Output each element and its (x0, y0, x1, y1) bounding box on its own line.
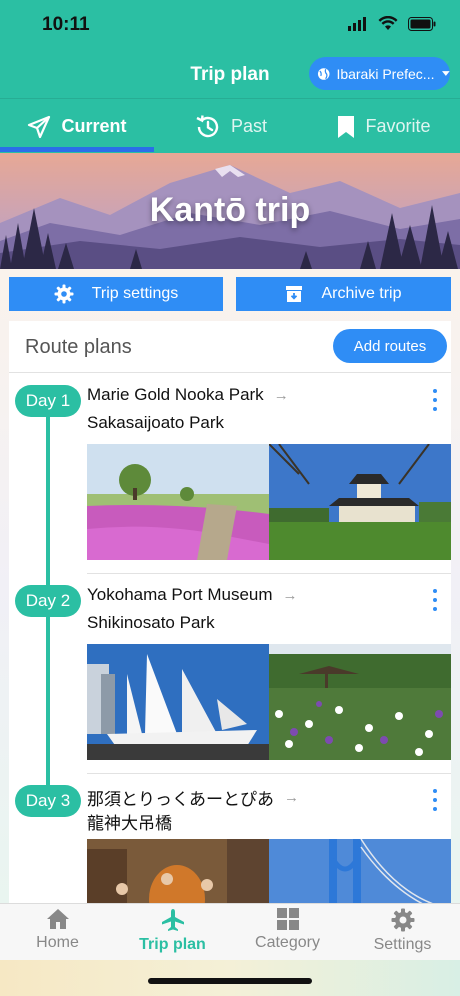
status-bar: 10:11 (0, 0, 460, 50)
day-item[interactable]: Day 1 Marie Gold Nooka Park → Sakasaijoa… (9, 373, 451, 573)
tab-current[interactable]: Current (0, 99, 154, 154)
more-options-icon[interactable] (429, 789, 441, 811)
more-options-icon[interactable] (429, 389, 441, 411)
trip-actions: Trip settings Archive trip (9, 277, 451, 311)
tab-favorite[interactable]: Favorite (308, 99, 460, 154)
region-label: Ibaraki Prefec... (336, 65, 435, 82)
status-time: 10:11 (42, 14, 90, 35)
globe-icon (317, 67, 330, 80)
status-icons (348, 16, 436, 31)
trip-tabs: Current Past Favorite (0, 98, 460, 153)
route-from: 那須とりっくあーとぴあ → (87, 785, 299, 810)
day-item[interactable]: Day 3 那須とりっくあーとぴあ → 龍神大吊橋 (9, 773, 451, 903)
gear-icon (54, 284, 74, 304)
tab-favorite-label: Favorite (365, 116, 431, 136)
home-indicator (148, 978, 312, 984)
gear-icon (391, 908, 414, 932)
trip-settings-label: Trip settings (91, 285, 179, 302)
photo-flower-field (87, 444, 269, 560)
route-plans-card: Route plans Add routes Day 1 Marie Gold … (9, 321, 451, 903)
day-photos (87, 839, 451, 903)
tabbar-trip-plan[interactable]: Trip plan (115, 908, 230, 960)
tabbar-category-label: Category (255, 934, 320, 951)
route-from-label: Marie Gold Nooka Park (87, 385, 264, 404)
nav-bar: Trip plan Ibaraki Prefec... (0, 50, 460, 98)
battery-icon (408, 16, 436, 31)
tab-current-label: Current (61, 116, 127, 136)
route-from-label: Yokohama Port Museum (87, 585, 273, 604)
tabbar-category[interactable]: Category (230, 908, 345, 960)
route-plans-header: Route plans Add routes (9, 321, 451, 373)
day-photos (87, 644, 451, 760)
tab-past-label: Past (230, 116, 268, 136)
history-icon (196, 114, 219, 137)
route-from-label: 那須とりっくあーとぴあ (87, 790, 274, 809)
route-plans-title: Route plans (25, 336, 132, 358)
wifi-icon (378, 16, 398, 30)
arrow-right-icon: → (282, 586, 298, 604)
trip-title: Kantō trip (149, 191, 311, 229)
tabbar-settings[interactable]: Settings (345, 908, 460, 960)
arrow-right-icon: → (273, 386, 289, 404)
hero-banner: Kantō trip (0, 153, 460, 269)
arrow-right-icon: → (284, 789, 299, 806)
more-options-icon[interactable] (429, 589, 441, 611)
archive-trip-label: Archive trip (321, 285, 402, 302)
day-badge: Day 2 (15, 585, 81, 617)
photo-trick-art (87, 839, 269, 903)
photo-suspension-bridge (269, 839, 451, 903)
archive-trip-button[interactable]: Archive trip (236, 277, 451, 311)
day-badge: Day 3 (15, 785, 81, 817)
route-to: Sakasaijoato Park (87, 413, 225, 432)
day-photos (87, 444, 451, 560)
airplane-icon (161, 909, 184, 931)
photo-sailing-ship (87, 644, 269, 760)
home-icon (46, 909, 69, 929)
grid-icon (276, 908, 299, 930)
day-item[interactable]: Day 2 Yokohama Port Museum → Shikinosato… (9, 573, 451, 773)
day-badge: Day 1 (15, 385, 81, 417)
tab-past[interactable]: Past (154, 99, 308, 154)
photo-iris-garden (269, 644, 451, 760)
trip-settings-button[interactable]: Trip settings (9, 277, 223, 311)
bookmark-icon (338, 115, 355, 138)
add-routes-button[interactable]: Add routes (333, 329, 447, 363)
trip-content: Trip settings Archive trip Route plans A… (0, 269, 460, 903)
route-to: 龍神大吊橋 (87, 814, 172, 833)
region-select[interactable]: Ibaraki Prefec... (309, 57, 450, 90)
tab-indicator (0, 147, 154, 152)
archive-icon (286, 286, 303, 302)
tabbar-trip-plan-label: Trip plan (139, 936, 206, 953)
tabbar-home-label: Home (36, 934, 79, 951)
route-from: Marie Gold Nooka Park → (87, 385, 289, 405)
route-to: Shikinosato Park (87, 613, 215, 632)
paper-plane-icon (28, 115, 51, 138)
tabbar-home[interactable]: Home (0, 908, 115, 960)
tabbar-settings-label: Settings (373, 936, 432, 953)
route-from: Yokohama Port Museum → (87, 585, 298, 605)
photo-castle (269, 444, 451, 560)
caret-down-icon (442, 70, 450, 76)
signal-icon (348, 16, 366, 31)
